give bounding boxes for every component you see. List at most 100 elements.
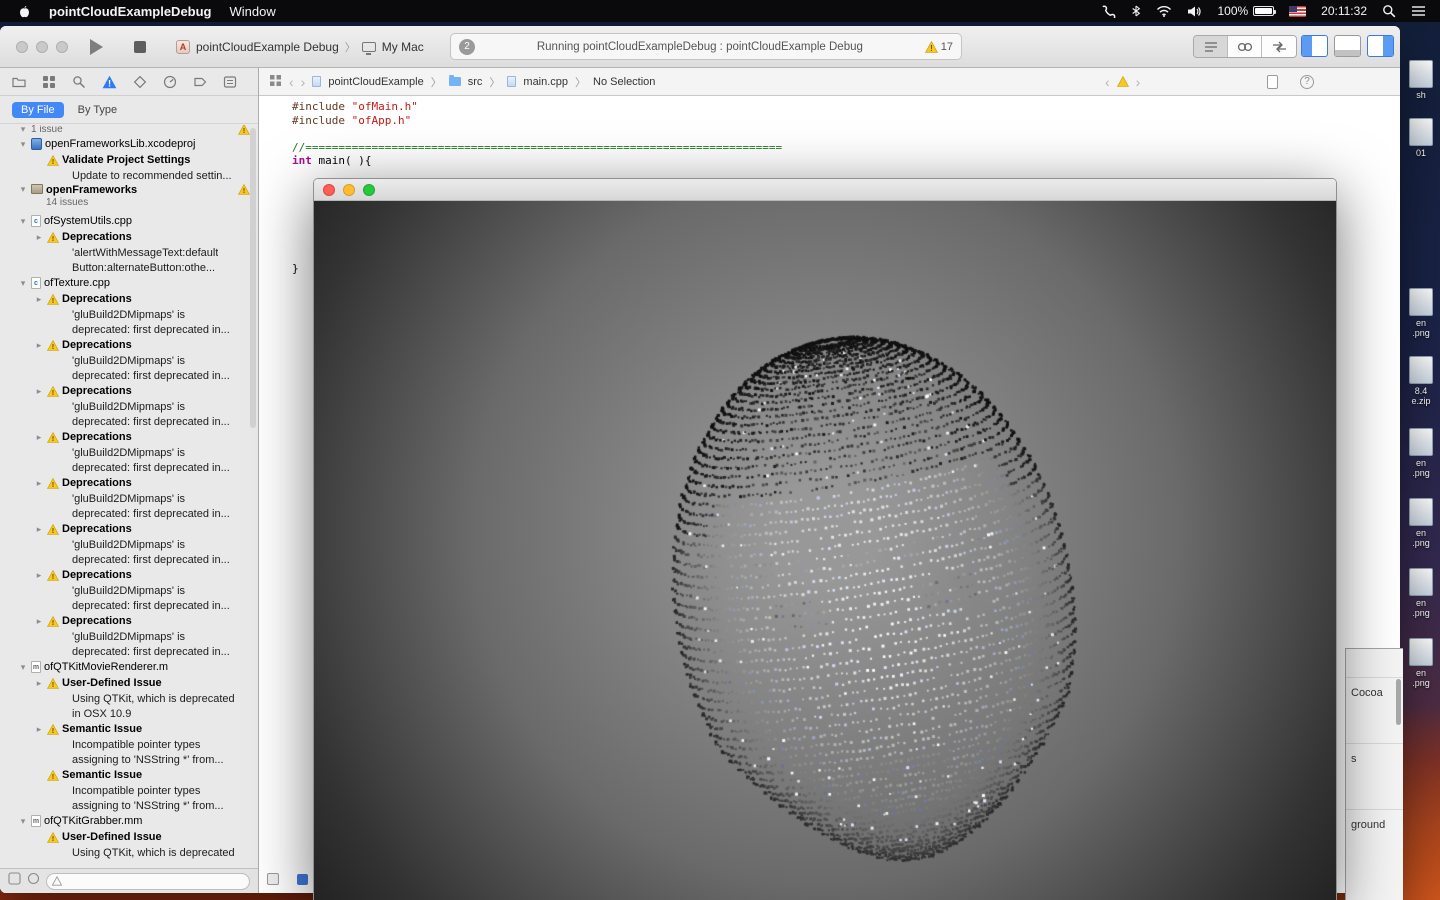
issue-row[interactable]: ▾ openFrameworks 14 issues! (0, 183, 258, 213)
issue-detail[interactable]: deprecated: first deprecated in... (0, 460, 258, 475)
panel-scrollbar[interactable] (1396, 679, 1401, 725)
run-button[interactable] (90, 39, 103, 55)
issue-row[interactable]: ▸! Deprecations (0, 337, 258, 353)
issue-detail[interactable]: deprecated: first deprecated in... (0, 414, 258, 429)
assistant-editor-button[interactable] (1228, 36, 1262, 57)
issue-row[interactable]: ▸! Semantic Issue (0, 721, 258, 737)
input-source-flag-icon[interactable] (1289, 5, 1307, 17)
tab-by-file[interactable]: By File (12, 101, 64, 118)
report-navigator-icon[interactable] (223, 75, 237, 89)
toggle-navigator-button[interactable] (1301, 35, 1328, 57)
symbol-navigator-icon[interactable] (42, 75, 56, 89)
menu-window[interactable]: Window (230, 4, 276, 19)
navigator-scrollbar[interactable] (250, 128, 256, 428)
issue-detail[interactable]: 'gluBuild2DMipmaps' is (0, 399, 258, 414)
phone-icon[interactable] (1101, 5, 1116, 18)
pointcloud-titlebar[interactable] (314, 179, 1336, 201)
zoom-button[interactable] (363, 183, 375, 196)
issue-detail[interactable]: 'gluBuild2DMipmaps' is (0, 491, 258, 506)
activity-viewer[interactable]: 2 Running pointCloudExampleDebug : point… (450, 33, 962, 60)
issue-detail[interactable]: 'gluBuild2DMipmaps' is (0, 629, 258, 644)
issue-detail[interactable]: Using QTKit, which is deprecated (0, 691, 258, 706)
desktop-file-icon[interactable]: sh (1402, 60, 1440, 100)
issue-row[interactable]: ! Semantic Issue (0, 767, 258, 783)
panel-row[interactable]: s (1346, 743, 1403, 809)
panel-row[interactable]: ground (1346, 809, 1403, 875)
issue-detail[interactable]: assigning to 'NSString *' from... (0, 798, 258, 813)
issue-detail[interactable]: deprecated: first deprecated in... (0, 506, 258, 521)
forward-button[interactable]: › (301, 74, 306, 90)
apple-menu-icon[interactable] (18, 4, 31, 19)
issue-detail[interactable]: 'gluBuild2DMipmaps' is (0, 307, 258, 322)
scheme-selector[interactable]: A pointCloudExample Debug 〉 My Mac (176, 39, 424, 55)
desktop-file-icon[interactable]: en .png (1402, 498, 1440, 548)
related-items-icon[interactable] (269, 74, 282, 90)
debug-navigator-icon[interactable] (163, 75, 177, 89)
issue-detail[interactable]: Incompatible pointer types (0, 737, 258, 752)
wifi-icon[interactable] (1156, 5, 1172, 17)
bluetooth-icon[interactable] (1131, 4, 1141, 18)
issue-detail[interactable]: 'gluBuild2DMipmaps' is (0, 353, 258, 368)
desktop-file-icon[interactable]: 8.4 e.zip (1402, 356, 1440, 406)
previous-issue-button[interactable]: ‹ (1105, 74, 1110, 90)
snippet-icon[interactable] (267, 873, 279, 885)
jumpbar-selection[interactable]: No Selection (593, 76, 655, 88)
pointcloud-canvas[interactable] (314, 201, 1336, 900)
recent-filter-icon[interactable] (27, 872, 40, 890)
stop-button[interactable] (134, 41, 146, 53)
issue-detail[interactable]: deprecated: first deprecated in... (0, 598, 258, 613)
desktop-file-icon[interactable]: en .png (1402, 428, 1440, 478)
jumpbar-project[interactable]: pointCloudExample (328, 76, 423, 88)
destination-name[interactable]: My Mac (382, 40, 424, 54)
notification-center-icon[interactable] (1411, 5, 1426, 17)
issue-row[interactable]: ▾ m ofQTKitMovieRenderer.m (0, 659, 258, 675)
close-button[interactable] (16, 41, 28, 53)
desktop-file-icon[interactable]: en .png (1402, 568, 1440, 618)
menubar-clock[interactable]: 20:11:32 (1321, 4, 1367, 18)
issue-row[interactable]: ! User-Defined Issue (0, 829, 258, 845)
find-navigator-icon[interactable] (72, 75, 86, 89)
test-navigator-icon[interactable] (133, 75, 147, 89)
issue-row[interactable]: ▾ 1 issue! (0, 125, 258, 136)
scheme-name[interactable]: pointCloudExample Debug (196, 40, 339, 54)
issue-row[interactable]: ! Validate Project Settings (0, 152, 258, 168)
desktop-file-icon[interactable]: 01 (1402, 118, 1440, 158)
issue-row[interactable]: ▸! User-Defined Issue (0, 675, 258, 691)
issue-detail[interactable]: assigning to 'NSString *' from... (0, 752, 258, 767)
issue-detail[interactable]: deprecated: first deprecated in... (0, 552, 258, 567)
spotlight-icon[interactable] (1382, 4, 1396, 18)
issue-detail[interactable]: 'alertWithMessageText:default (0, 245, 258, 260)
toggle-utilities-button[interactable] (1367, 35, 1394, 57)
minimize-button[interactable] (343, 183, 355, 196)
issue-row[interactable]: ▸! Deprecations (0, 567, 258, 583)
project-navigator-icon[interactable] (12, 75, 26, 89)
next-issue-button[interactable]: › (1136, 74, 1141, 90)
background-panel[interactable]: Cocoa s ground (1345, 648, 1403, 900)
issue-detail[interactable]: deprecated: first deprecated in... (0, 644, 258, 659)
breakpoint-navigator-icon[interactable] (193, 75, 207, 89)
issue-detail[interactable]: Button:alternateButton:othe... (0, 260, 258, 275)
issue-row[interactable]: ▸! Deprecations (0, 521, 258, 537)
new-file-icon[interactable] (1267, 74, 1278, 89)
focus-icon[interactable] (297, 873, 308, 885)
minimize-button[interactable] (36, 41, 48, 53)
issue-detail[interactable]: 'gluBuild2DMipmaps' is (0, 583, 258, 598)
issue-detail[interactable]: 'gluBuild2DMipmaps' is (0, 537, 258, 552)
battery-status[interactable]: 100% (1217, 4, 1277, 18)
zoom-button[interactable] (56, 41, 68, 53)
issue-detail[interactable]: deprecated: first deprecated in... (0, 322, 258, 337)
panel-row[interactable]: Cocoa (1346, 677, 1403, 743)
warning-counter[interactable]: ! 17 (924, 40, 953, 53)
close-button[interactable] (323, 183, 335, 196)
issue-navigator-icon[interactable]: ! (102, 75, 117, 89)
back-button[interactable]: ‹ (289, 74, 294, 90)
issue-detail[interactable]: Incompatible pointer types (0, 783, 258, 798)
volume-icon[interactable] (1187, 5, 1202, 18)
jumpbar-group[interactable]: src (468, 76, 483, 88)
issue-row[interactable]: ▾ openFrameworksLib.xcodeproj (0, 136, 258, 152)
desktop-file-icon[interactable]: en .png (1402, 638, 1440, 688)
flag-filter-icon[interactable] (8, 872, 21, 890)
jumpbar-file[interactable]: main.cpp (523, 76, 568, 88)
version-editor-button[interactable] (1262, 36, 1296, 57)
issue-row[interactable]: ▾ c ofSystemUtils.cpp (0, 213, 258, 229)
